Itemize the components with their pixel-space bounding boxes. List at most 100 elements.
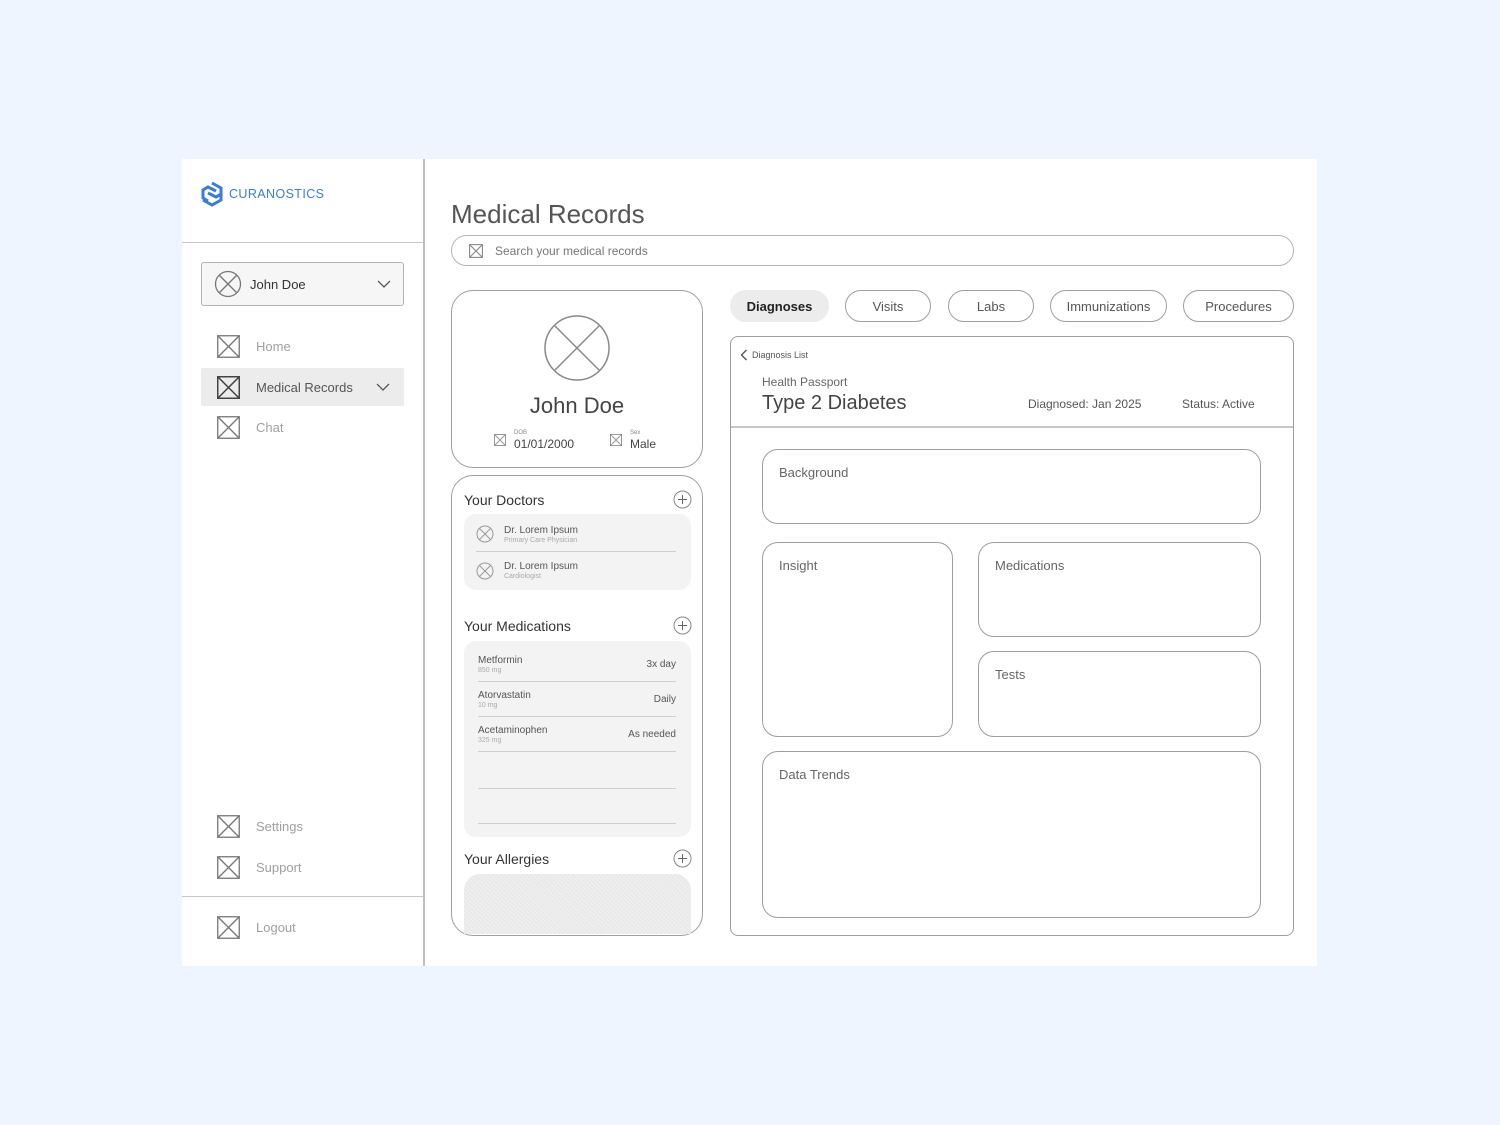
add-medication-button[interactable] [673, 616, 692, 635]
tab-visits[interactable]: Visits [845, 290, 931, 322]
empty-row-divider [478, 823, 676, 824]
data-trends-box: Data Trends [762, 751, 1261, 918]
medication-name: Acetaminophen [478, 724, 548, 736]
back-label: Diagnosis List [752, 350, 809, 360]
avatar-icon [476, 525, 494, 543]
medications-header: Your Medications [464, 616, 692, 635]
diagnosis-detail-panel: Diagnosis List Health Passport Type 2 Di… [730, 336, 1294, 936]
user-select[interactable]: John Doe [201, 262, 404, 306]
divider [731, 426, 1293, 428]
tab-procedures[interactable]: Procedures [1183, 290, 1294, 322]
plus-circle-icon [673, 490, 692, 509]
doctors-list: Dr. Lorem Ipsum Primary Care Physician D… [464, 514, 691, 590]
doctors-title: Your Doctors [464, 491, 545, 508]
divider [182, 896, 423, 897]
plus-circle-icon [673, 616, 692, 635]
nav-item-chat[interactable]: Chat [201, 408, 404, 446]
box-title: Insight [779, 558, 818, 573]
add-doctor-button[interactable] [673, 490, 692, 509]
avatar-icon [476, 562, 494, 580]
nav-label: Medical Records [256, 379, 353, 395]
avatar-icon [543, 314, 611, 382]
medications-box: Medications [978, 542, 1261, 637]
box-title: Data Trends [779, 767, 850, 782]
medication-dose: 850 mg [478, 666, 502, 674]
search-bar[interactable] [451, 235, 1294, 266]
sex-field: Sex Male [610, 430, 656, 451]
list-item[interactable]: Metformin 850 mg 3x day [478, 647, 676, 682]
medication-name: Atorvastatin [478, 689, 531, 701]
tests-box: Tests [978, 651, 1261, 737]
nav-item-support[interactable]: Support [201, 848, 404, 886]
profile-card: John Doe DOB 01/01/2000 Sex Male [451, 290, 703, 468]
insight-box: Insight [762, 542, 953, 737]
curanostics-logo-icon [200, 181, 224, 207]
doctor-role: Primary Care Physician [504, 536, 578, 544]
brand-name: CURANOSTICS [229, 187, 325, 201]
allergies-header: Your Allergies [464, 849, 692, 868]
nav-item-medical-records[interactable]: Medical Records [201, 368, 404, 406]
profile-name: John Doe [529, 393, 625, 418]
doctor-role: Cardiologist [504, 573, 541, 580]
plus-circle-icon [673, 849, 692, 868]
medication-frequency: 3x day [646, 658, 676, 670]
tab-diagnoses[interactable]: Diagnoses [730, 290, 829, 322]
placeholder-icon [217, 915, 240, 939]
dob-label: DOB [514, 430, 528, 436]
allergies-title: Your Allergies [464, 850, 550, 867]
status-badge: Status: Active [1182, 397, 1255, 411]
back-to-diagnosis-list-link[interactable]: Diagnosis List [740, 349, 808, 361]
placeholder-icon [494, 434, 506, 446]
box-title: Tests [995, 667, 1026, 682]
health-summary-card: Your Doctors Dr. Lorem Ipsum Primary Car… [451, 475, 703, 936]
dob-field: DOB 01/01/2000 [494, 430, 574, 451]
tab-labs[interactable]: Labs [948, 290, 1034, 322]
box-title: Background [779, 465, 849, 480]
tab-immunizations[interactable]: Immunizations [1050, 290, 1167, 322]
nav-item-settings[interactable]: Settings [201, 807, 404, 845]
background-box: Background [762, 449, 1261, 524]
nav-label: Logout [256, 919, 296, 935]
list-item[interactable]: Dr. Lorem Ipsum Primary Care Physician [476, 517, 676, 552]
placeholder-icon [217, 855, 240, 879]
allergies-list [464, 874, 691, 934]
list-item[interactable]: Atorvastatin 10 mg Daily [478, 682, 676, 717]
nav-label: Support [256, 859, 302, 875]
doctor-name: Dr. Lorem Ipsum [504, 524, 578, 536]
medications-list: Metformin 850 mg 3x day Atorvastatin 10 … [464, 641, 691, 837]
nav-label: Settings [256, 818, 303, 834]
medication-dose: 10 mg [478, 701, 498, 709]
user-name: John Doe [250, 276, 306, 292]
sex-label: Sex [630, 430, 641, 436]
placeholder-icon [217, 415, 240, 439]
doctor-name: Dr. Lorem Ipsum [504, 561, 578, 572]
placeholder-icon [610, 434, 622, 446]
chevron-left-icon [740, 349, 748, 361]
medication-name: Metformin [478, 654, 523, 666]
add-allergy-button[interactable] [673, 849, 692, 868]
sidebar: CURANOSTICS John Doe Home Medical Record… [182, 159, 425, 966]
placeholder-icon [217, 375, 240, 399]
nav-label: Home [256, 338, 291, 354]
section-label: Health Passport [762, 375, 848, 389]
medications-title: Your Medications [464, 617, 571, 634]
dob-value: 01/01/2000 [514, 437, 575, 451]
sex-value: Male [630, 437, 657, 451]
list-item[interactable]: Acetaminophen 325 mg As needed [478, 717, 676, 752]
empty-row-divider [478, 788, 676, 789]
brand-logo[interactable]: CURANOSTICS [200, 181, 324, 207]
placeholder-icon [469, 243, 483, 258]
list-item[interactable]: Dr. Lorem Ipsum Cardiologist [476, 553, 676, 588]
diagnosis-title: Type 2 Diabetes [762, 392, 907, 414]
avatar-icon [214, 270, 242, 298]
page-title: Medical Records [451, 199, 645, 229]
chevron-down-icon [377, 279, 391, 289]
nav-label: Chat [256, 419, 284, 435]
diagnosed-date: Diagnosed: Jan 2025 [1028, 397, 1142, 411]
nav-item-logout[interactable]: Logout [201, 908, 404, 946]
nav-item-home[interactable]: Home [201, 327, 404, 365]
chevron-down-icon [376, 382, 390, 392]
divider [182, 242, 423, 243]
search-input[interactable] [495, 243, 1195, 258]
placeholder-icon [217, 334, 240, 358]
